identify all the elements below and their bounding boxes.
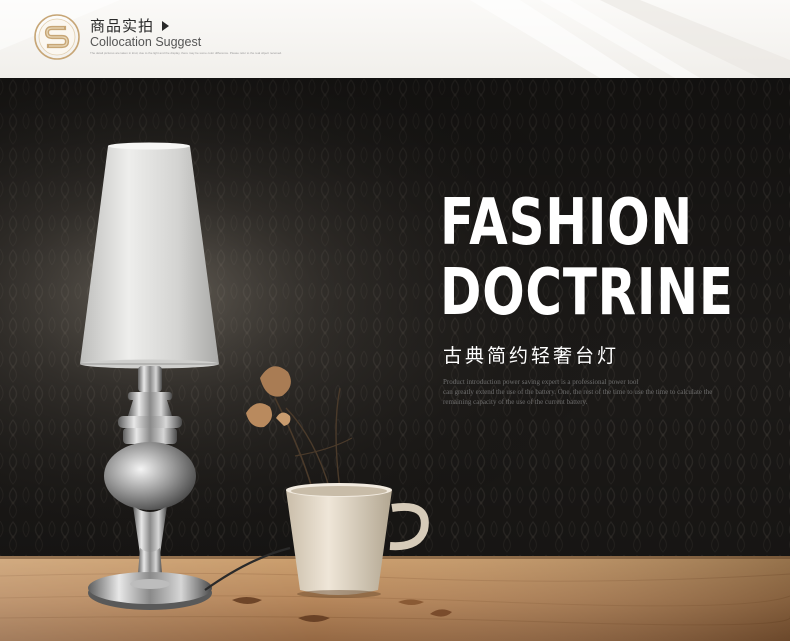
intro-line-1: Product introduction power saving expert… [443, 378, 639, 386]
s-logo-icon [34, 14, 80, 60]
product-banner-page: 商品实拍 Collocation Suggest The detail pict… [0, 0, 790, 641]
dried-flowers-icon [246, 366, 353, 491]
scene-objects [80, 142, 452, 622]
play-arrow-icon [162, 20, 170, 31]
header-title-row: 商品实拍 [90, 15, 170, 36]
product-intro: Product introduction power saving expert… [443, 377, 768, 407]
header-title: 商品实拍 [90, 17, 155, 35]
header-subtitle: Collocation Suggest [90, 35, 202, 49]
coffee-cup-icon [286, 483, 429, 598]
lamp-icon [80, 142, 291, 610]
product-photo: FASHION DOCTRINE 古典简约轻奢台灯 Product introd… [0, 78, 790, 641]
intro-line-2: can greatly extend the use of the batter… [443, 388, 713, 396]
fallen-leaves-icon [232, 597, 452, 622]
product-subtitle-cn: 古典简约轻奢台灯 [443, 345, 620, 367]
header-fine-print: The detail pictures are taken in kind, d… [90, 51, 282, 55]
section-header: 商品实拍 Collocation Suggest The detail pict… [0, 0, 790, 78]
headline-line-1: FASHION [440, 186, 693, 260]
headline-line-2: DOCTRINE [440, 256, 734, 330]
intro-line-3: remaining capacity of the use of the cur… [443, 398, 588, 406]
